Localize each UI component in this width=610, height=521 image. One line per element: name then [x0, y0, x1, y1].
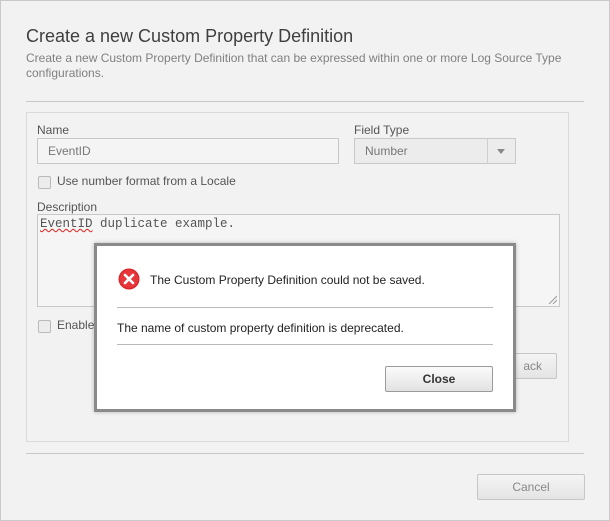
- error-x-icon: [118, 268, 140, 290]
- name-input[interactable]: EventID: [37, 138, 339, 164]
- cancel-button[interactable]: Cancel: [477, 474, 585, 500]
- name-label: Name: [37, 123, 70, 137]
- misspelled-word: EventID: [40, 217, 93, 231]
- divider: [26, 101, 584, 102]
- error-modal: The Custom Property Definition could not…: [94, 243, 516, 412]
- error-message: The Custom Property Definition could not…: [150, 273, 425, 287]
- dialog-subtitle: Create a new Custom Property Definition …: [26, 51, 562, 80]
- description-text: duplicate example.: [92, 217, 236, 231]
- dialog-title: Create a new Custom Property Definition: [26, 26, 354, 46]
- error-detail: The name of custom property definition i…: [117, 321, 404, 335]
- modal-divider: [117, 307, 493, 308]
- chevron-down-icon[interactable]: [487, 139, 515, 163]
- enable-checkbox-label: Enable: [57, 318, 95, 332]
- field-type-label: Field Type: [354, 123, 410, 137]
- resize-grip-icon[interactable]: [547, 294, 557, 304]
- field-type-value: Number: [365, 144, 408, 158]
- enable-checkbox[interactable]: [38, 320, 51, 333]
- field-type-select[interactable]: Number: [354, 138, 516, 164]
- modal-divider: [117, 344, 493, 345]
- footer-divider: [26, 453, 584, 454]
- locale-checkbox-label: Use number format from a Locale: [57, 174, 236, 188]
- locale-checkbox[interactable]: [38, 176, 51, 189]
- close-button[interactable]: Close: [385, 366, 493, 392]
- description-label: Description: [37, 200, 98, 214]
